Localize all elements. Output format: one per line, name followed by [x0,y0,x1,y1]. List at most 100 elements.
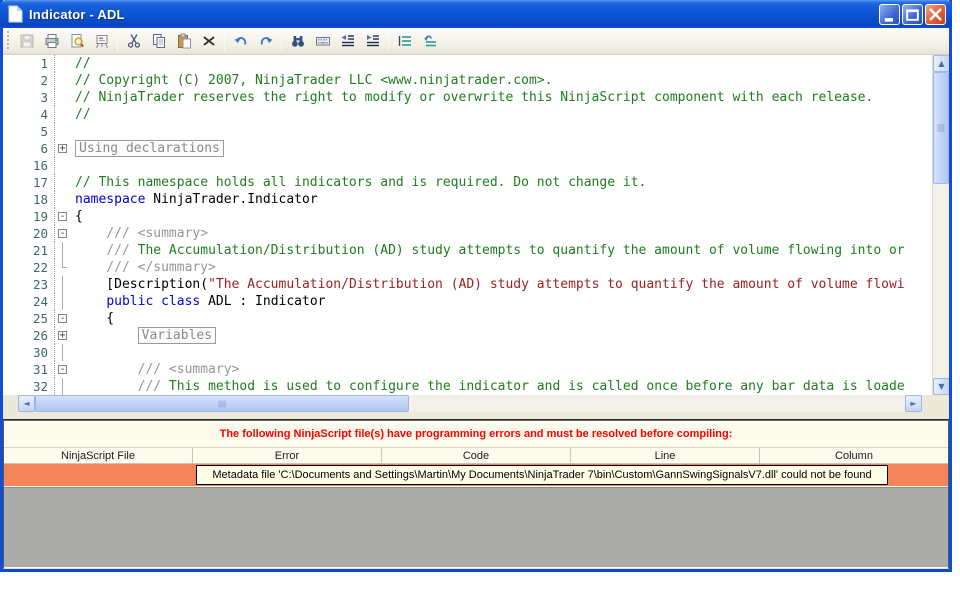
line-number: 24 [3,293,55,310]
minimize-icon [884,17,894,22]
undo-button[interactable] [228,30,253,53]
fold-gutter [55,259,71,276]
paste-button[interactable] [171,30,196,53]
code-line: 3 // NinjaTrader reserves the right to mo… [3,89,932,106]
fold-gutter [55,106,71,123]
horizontal-scroll-thumb[interactable] [35,395,410,412]
outdent-button[interactable] [335,30,360,53]
horizontal-scroll-track[interactable] [35,395,905,412]
scroll-up-arrow[interactable]: ▲ [933,55,949,72]
collapse-region-icon[interactable]: - [58,229,67,239]
collapse-region-icon[interactable]: - [58,314,67,324]
fold-gutter [55,344,71,361]
code-text: Variables [71,327,217,344]
code-line: 21 /// The Accumulation/Distribution (AD… [3,242,932,259]
cut-button[interactable] [121,30,146,53]
scroll-down-arrow[interactable]: ▼ [933,378,949,395]
collapsed-region-box[interactable]: Variables [137,327,217,344]
close-icon [929,7,942,21]
print-preview-button[interactable] [64,30,89,53]
code-segment: class [161,294,201,309]
fold-guide-line [62,276,63,293]
code-segment: // This namespace holds all indicators a… [75,175,647,190]
horizontal-scrollbar[interactable]: ◄ ► [18,395,922,412]
copy-button[interactable] [146,30,171,53]
vertical-scroll-track[interactable] [933,72,949,378]
uncomment-lines-button[interactable] [417,30,442,53]
delete-button[interactable] [196,30,221,53]
fold-guide-line [62,293,63,310]
fold-gutter[interactable]: - [55,225,71,242]
toolbar-separator [117,31,118,51]
toolbar-gripper[interactable] [6,31,11,51]
column-header-line[interactable]: Line [571,448,760,463]
expand-region-icon[interactable]: + [58,144,67,154]
line-number: 16 [3,157,55,174]
vertical-scroll-thumb[interactable] [933,72,949,184]
uncomment-lines-icon [423,35,436,47]
print-button[interactable] [39,30,64,53]
code-segment: // [75,56,91,71]
column-header-code[interactable]: Code [382,448,571,463]
code-line: 19-{ [3,208,932,225]
line-number: 23 [3,276,55,293]
save-button[interactable] [14,30,39,53]
code-text: // NinjaTrader reserves the right to mod… [71,89,873,106]
minimize-button[interactable] [879,3,900,25]
keyboard-button[interactable] [310,30,335,53]
redo-icon [260,37,272,45]
collapsed-region-box[interactable]: Using declarations [75,140,224,157]
comment-lines-button[interactable] [392,30,417,53]
toolbar-separator [281,31,282,51]
column-header-error[interactable]: Error [193,448,382,463]
compile-error-message: The following NinjaScript file(s) have p… [219,428,733,440]
scroll-left-arrow[interactable]: ◄ [18,395,35,412]
fold-gutter[interactable]: + [55,140,71,157]
error-row[interactable]: Metadata file 'C:\Documents and Settings… [4,464,948,486]
display-board-button[interactable] [89,30,114,53]
vertical-scrollbar[interactable]: ▲ ▼ [932,55,949,395]
code-line: 30 [3,344,932,361]
find-button[interactable] [285,30,310,53]
close-button[interactable] [925,3,946,25]
fold-gutter[interactable]: - [55,310,71,327]
redo-button[interactable] [253,30,278,53]
expand-region-icon[interactable]: + [58,331,67,341]
fold-gutter [55,191,71,208]
maximize-button[interactable] [902,3,923,25]
fold-gutter[interactable]: + [55,327,71,344]
line-number: 6 [3,140,55,157]
code-text: [Description("The Accumulation/Distribut… [71,276,904,293]
column-header-ninjascript-file[interactable]: NinjaScript File [4,448,193,463]
scroll-right-arrow[interactable]: ► [905,395,922,412]
code-segment: ADL : Indicator [200,294,326,309]
line-number: 31 [3,361,55,378]
code-line: 4 // [3,106,932,123]
code-line: 6 + Using declarations [3,140,932,157]
code-editor[interactable]: 1 // 2 // Copyright (C) 2007, NinjaTrader L… [3,55,949,395]
save-icon [20,34,33,48]
collapse-region-icon[interactable]: - [58,212,67,222]
code-area[interactable]: 1 // 2 // Copyright (C) 2007, NinjaTrader L… [3,55,932,395]
fold-gutter[interactable]: - [55,361,71,378]
code-line: 23 [Description("The Accumulation/Distri… [3,276,932,293]
line-number: 2 [3,72,55,89]
toolbar-separator [224,31,225,51]
panel-splitter[interactable] [3,412,949,420]
fold-gutter [55,72,71,89]
code-line: 17 // This namespace holds all indicators… [3,174,932,191]
line-number: 18 [3,191,55,208]
column-header-column[interactable]: Column [760,448,948,463]
code-line: 20- /// <summary> [3,225,932,242]
code-line: 2 // Copyright (C) 2007, NinjaTrader LLC … [3,72,932,89]
titlebar[interactable]: Indicator - ADL [0,0,952,28]
code-text: // [71,55,91,72]
collapse-region-icon[interactable]: - [58,365,67,375]
fold-gutter [55,123,71,140]
keyboard-icon [315,37,330,46]
fold-gutter[interactable]: - [55,208,71,225]
fold-gutter [55,157,71,174]
indent-button[interactable] [360,30,385,53]
